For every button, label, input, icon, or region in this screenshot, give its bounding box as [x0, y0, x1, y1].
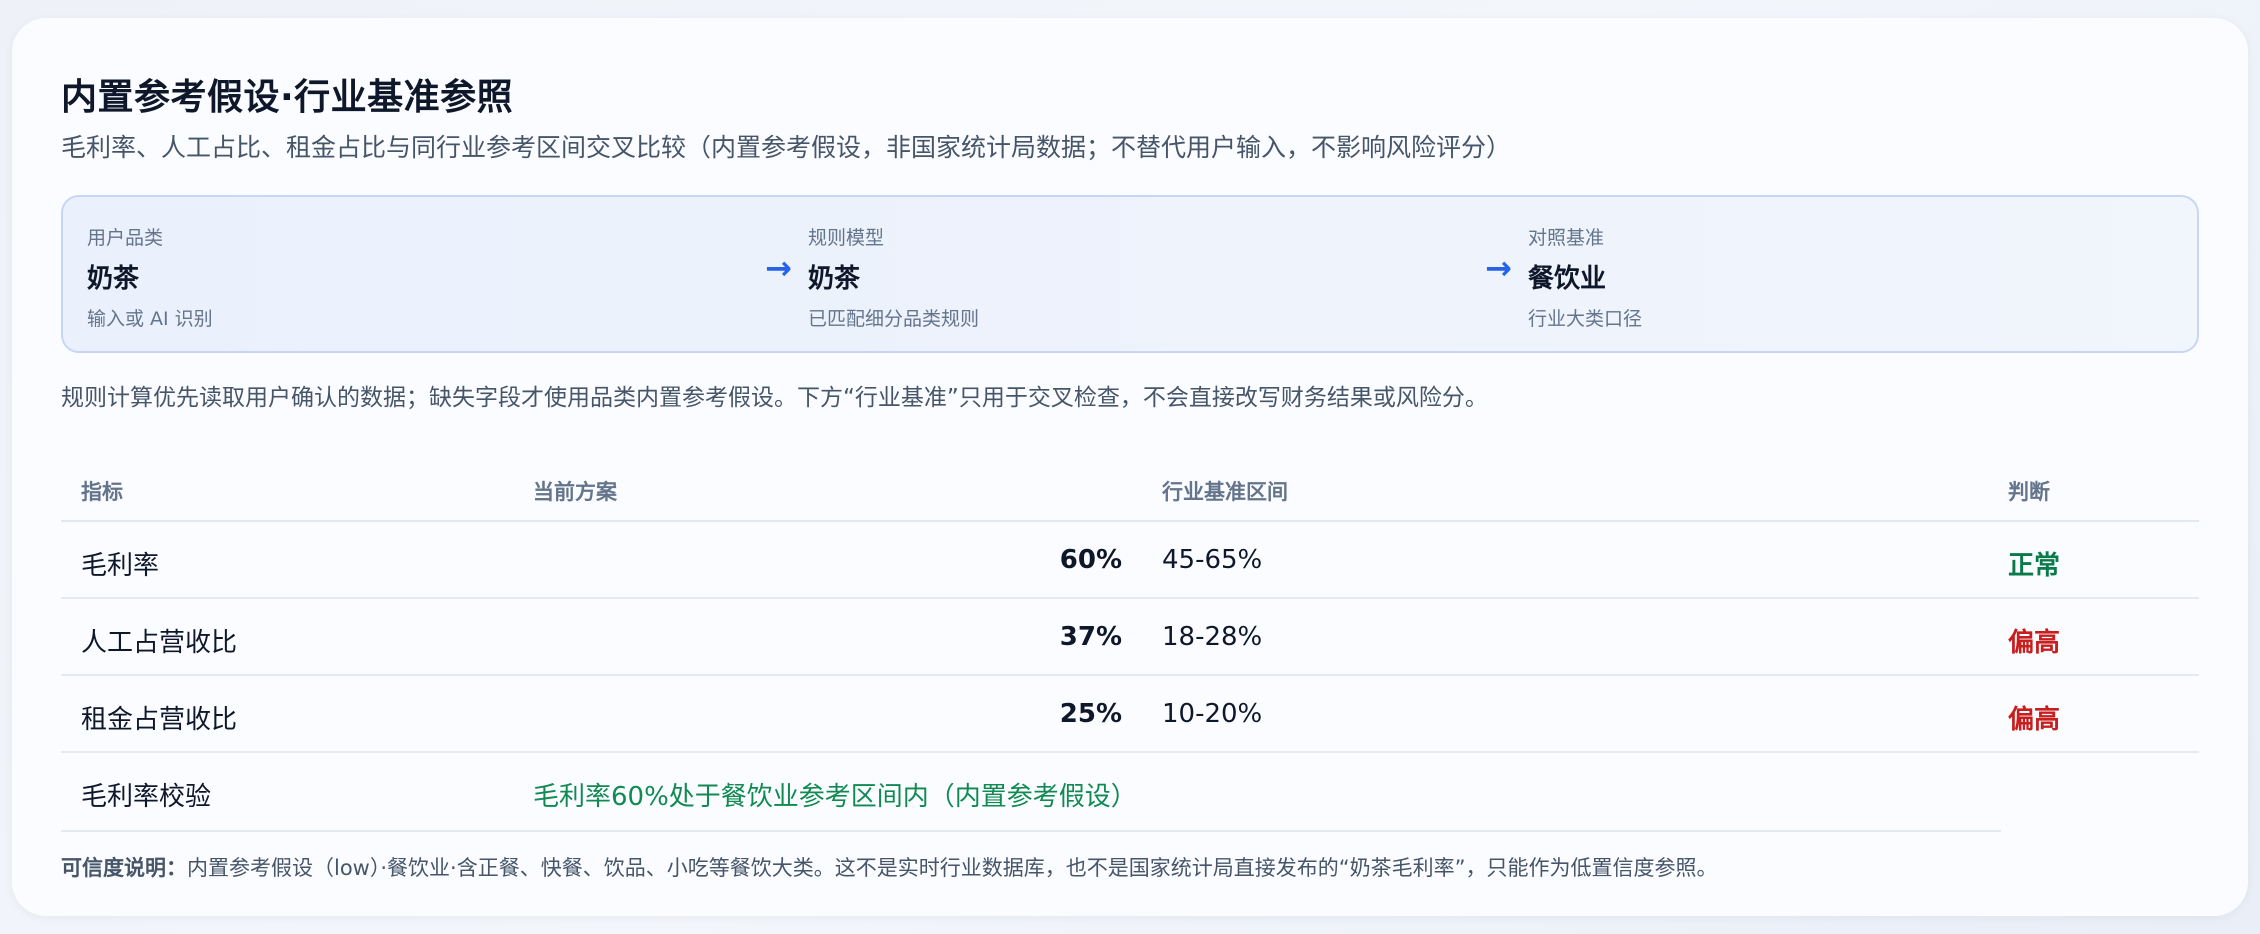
- benchmark-table: 指标 当前方案 行业基准区间 判断 毛利率 60% 45-65% 正常 人工占营…: [61, 456, 2199, 832]
- category-mapping-flow: 用户品类 奶茶 输入或 AI 识别 → 规则模型 奶茶 已匹配细分品类规则 → …: [61, 195, 2199, 353]
- table-row: 人工占营收比 37% 18-28% 偏高: [61, 599, 2199, 676]
- table-row: 租金占营收比 25% 10-20% 偏高: [61, 676, 2199, 753]
- column-header-metric: 指标: [81, 480, 123, 504]
- page-title: 内置参考假设·行业基准参照: [61, 77, 514, 118]
- flow-step-value: 奶茶: [87, 264, 140, 294]
- table-row: 毛利率 60% 45-65% 正常: [61, 522, 2199, 599]
- metric-name: 租金占营收比: [81, 705, 238, 735]
- benchmark-card: 内置参考假设·行业基准参照 毛利率、人工占比、租金占比与同行业参考区间交叉比较（…: [12, 18, 2248, 916]
- flow-step-label: 规则模型: [808, 227, 885, 249]
- arrow-right-icon: →: [1485, 249, 1512, 287]
- column-header-range: 行业基准区间: [1162, 480, 1288, 504]
- flow-step-hint: 输入或 AI 识别: [87, 308, 213, 330]
- flow-step-value: 奶茶: [808, 264, 861, 294]
- benchmark-range: 18-28%: [1162, 622, 1263, 652]
- flow-step-hint: 已匹配细分品类规则: [808, 308, 980, 330]
- flow-step-label: 对照基准: [1528, 227, 1605, 249]
- table-row-check: 毛利率校验 毛利率60%处于餐饮业参考区间内（内置参考假设）: [61, 753, 2199, 832]
- current-value: 25%: [1059, 699, 1122, 729]
- benchmark-range: 45-65%: [1162, 545, 1263, 575]
- judgement-badge: 偏高: [2008, 705, 2061, 735]
- metric-name: 人工占营收比: [81, 628, 238, 658]
- benchmark-range: 10-20%: [1162, 699, 1263, 729]
- flow-step-value: 餐饮业: [1528, 264, 1607, 294]
- column-header-judgement: 判断: [2008, 480, 2050, 504]
- table-header: 指标 当前方案 行业基准区间 判断: [61, 456, 2199, 522]
- column-header-current: 当前方案: [533, 480, 617, 504]
- flow-step-label: 用户品类: [87, 227, 164, 249]
- judgement-badge: 正常: [2008, 551, 2061, 581]
- flow-step-hint: 行业大类口径: [1528, 308, 1643, 330]
- confidence-note: 可信度说明：内置参考假设（low）·餐饮业·含正餐、快餐、饮品、小吃等餐饮大类。…: [61, 852, 1717, 882]
- judgement-badge: 偏高: [2008, 628, 2061, 658]
- gross-margin-check-result: 毛利率60%处于餐饮业参考区间内（内置参考假设）: [533, 782, 1137, 812]
- confidence-note-text: 内置参考假设（low）·餐饮业·含正餐、快餐、饮品、小吃等餐饮大类。这不是实时行…: [187, 856, 1718, 880]
- arrow-right-icon: →: [765, 249, 792, 287]
- calculation-note: 规则计算优先读取用户确认的数据；缺失字段才使用品类内置参考假设。下方“行业基准”…: [61, 385, 1488, 411]
- metric-name: 毛利率校验: [81, 782, 212, 812]
- row-divider: [61, 830, 2001, 832]
- current-value: 60%: [1059, 545, 1122, 575]
- page-subtitle: 毛利率、人工占比、租金占比与同行业参考区间交叉比较（内置参考假设，非国家统计局数…: [61, 133, 1512, 162]
- metric-name: 毛利率: [81, 551, 160, 581]
- current-value: 37%: [1059, 622, 1122, 652]
- confidence-note-label: 可信度说明：: [61, 856, 187, 880]
